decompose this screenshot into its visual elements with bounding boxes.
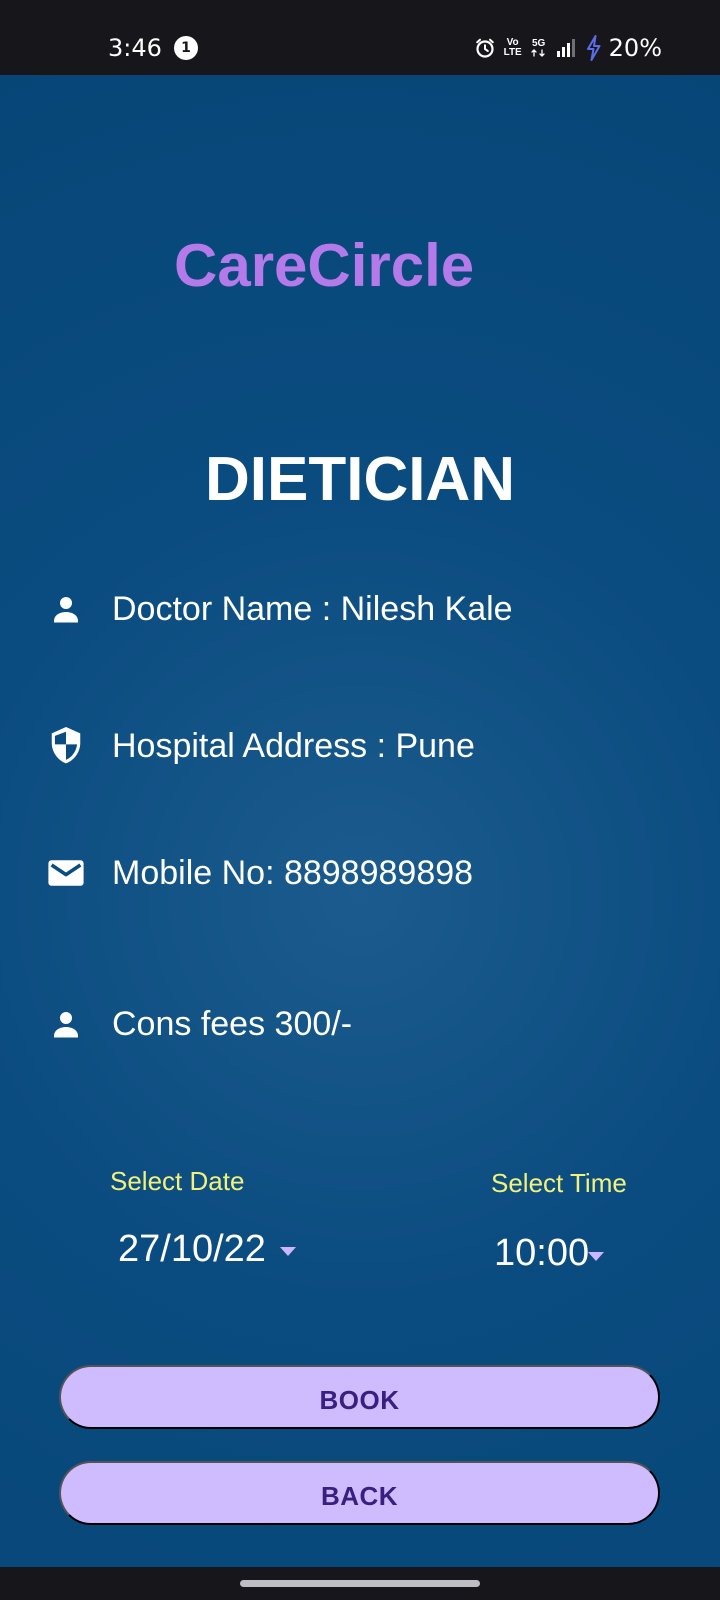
date-picker[interactable]: 27/10/22	[118, 1225, 266, 1273]
mail-icon	[46, 853, 86, 893]
alarm-icon	[473, 36, 497, 60]
hospital-address-row: Hospital Address : Pune	[46, 725, 475, 767]
consultation-fees-row: Cons fees 300/-	[46, 1003, 352, 1045]
select-date-label: Select Date	[110, 1166, 245, 1196]
hospital-address: Hospital Address : Pune	[112, 727, 475, 765]
status-bar: 3:46 1 Vo LTE 5G 20%	[0, 0, 720, 75]
volte-lte-label: LTE	[503, 47, 522, 58]
mobile-number-row: Mobile No: 8898989898	[46, 852, 473, 894]
time-dropdown-icon[interactable]	[588, 1252, 604, 1261]
system-navigation-bar	[0, 1567, 720, 1600]
time-picker[interactable]: 10:00	[494, 1229, 589, 1277]
doctor-name: Doctor Name : Nilesh Kale	[112, 590, 513, 628]
back-button[interactable]: BACK	[59, 1461, 660, 1525]
doctor-name-row: Doctor Name : Nilesh Kale	[46, 588, 513, 630]
select-time-label: Select Time	[491, 1168, 627, 1198]
signal-icon	[555, 36, 579, 60]
shield-icon	[46, 726, 86, 766]
mobile-number: Mobile No: 8898989898	[112, 854, 474, 892]
volte-indicator: Vo LTE	[503, 38, 523, 58]
person-icon	[46, 589, 86, 629]
home-indicator[interactable]	[240, 1580, 480, 1587]
date-dropdown-icon[interactable]	[280, 1247, 296, 1256]
data-transfer-icon	[529, 49, 549, 57]
network-5g-label: 5G	[531, 38, 546, 49]
page-title: DIETICIAN	[205, 444, 515, 514]
notification-count-badge: 1	[174, 36, 198, 60]
appointment-screen: CareCircle DIETICIAN Doctor Name : Niles…	[0, 75, 720, 1567]
book-button[interactable]: BOOK	[59, 1365, 660, 1429]
status-time: 3:46	[108, 34, 162, 62]
charging-icon	[585, 35, 603, 61]
status-indicators: Vo LTE 5G 20%	[473, 32, 662, 64]
network-type-indicator: 5G	[529, 39, 549, 57]
consultation-fees: Cons fees 300/-	[112, 1005, 353, 1043]
app-title: CareCircle	[174, 232, 475, 299]
battery-percentage: 20%	[608, 34, 662, 62]
person-icon	[46, 1004, 86, 1044]
